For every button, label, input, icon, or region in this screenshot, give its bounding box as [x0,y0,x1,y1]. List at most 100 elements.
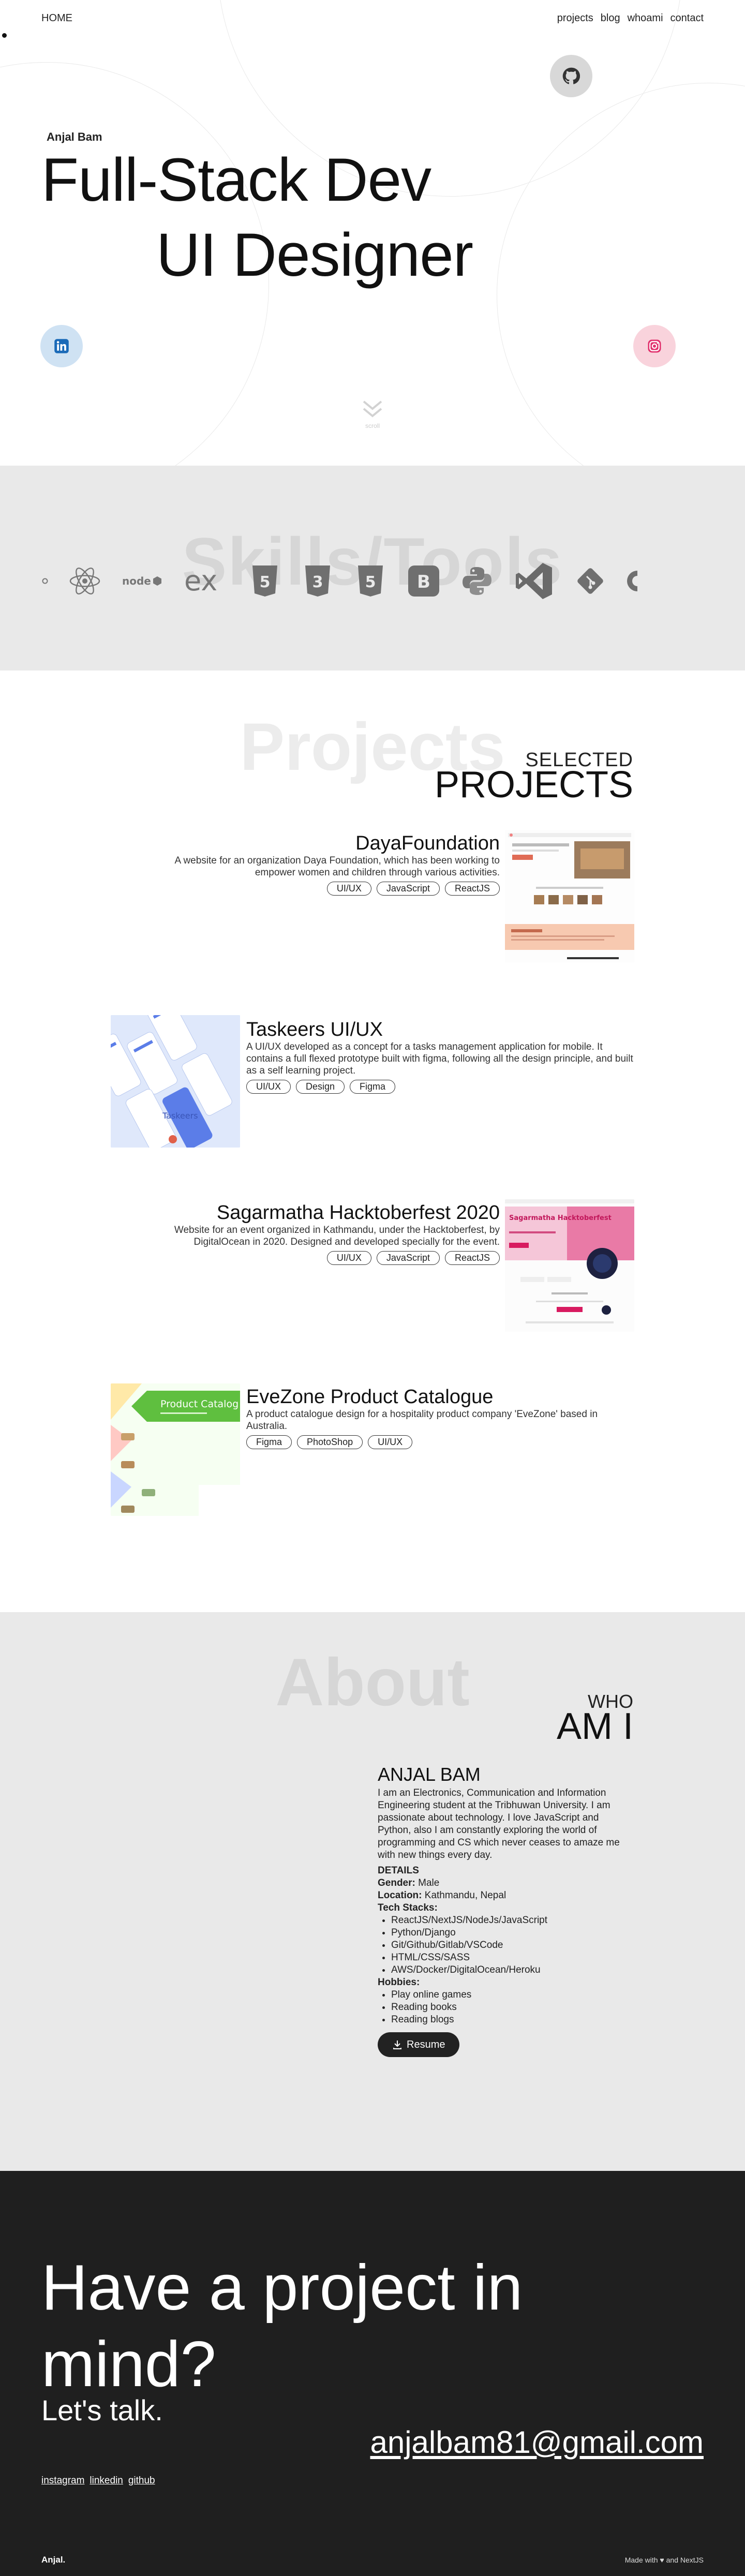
about-bio: I am an Electronics, Communication and I… [378,1788,620,1860]
list-item: AWS/Docker/DigitalOcean/Heroku [391,1964,634,1976]
project-tag: Figma [246,1435,292,1449]
projects-label-big: PROJECTS [434,764,633,806]
contact-social-links: instagram linkedin github [41,2475,155,2486]
about-watermark: About [275,1644,470,1720]
tech-stacks-list: ReactJS/NextJS/NodeJs/JavaScript Python/… [391,1914,634,1976]
project-description: A UI/UX developed as a concept for a tas… [246,1041,633,1076]
project-tags: Figma PhotoShop UI/UX [246,1435,634,1449]
projects-section: Projects SELECTED PROJECTS DayaFoundatio… [0,671,745,1612]
sagarmatha-thumb-label: Sagarmatha Hacktoberfest [509,1214,612,1222]
contact-section: Have a project in mind? Let's talk. anja… [0,2171,745,2576]
svg-text:ex: ex [184,567,217,595]
detail-gender: Gender: Male [378,1877,634,1889]
project-thumbnail-evezone[interactable]: Product Catalog [111,1383,240,1516]
project-card-taskeers[interactable]: Taskeers UI/UX A UI/UX developed as a co… [246,1018,634,1094]
project-description: A product catalogue design for a hospita… [246,1409,598,1432]
project-card-dayafoundation[interactable]: DayaFoundation A website for an organiza… [133,832,500,896]
resume-download-button[interactable]: Resume [378,2032,460,2057]
project-title: Sagarmatha Hacktoberfest 2020 [216,1202,500,1224]
project-title: DayaFoundation [355,832,500,854]
project-tag: UI/UX [246,1080,291,1094]
project-thumbnail-sagarmatha[interactable]: Sagarmatha Hacktoberfest [505,1199,634,1332]
project-tag: UI/UX [368,1435,413,1449]
scroll-down-indicator[interactable]: scroll [359,399,386,436]
mongodb-icon [41,558,49,604]
about-content: ANJAL BAM I am an Electronics, Communica… [378,1764,634,2057]
project-tags: UI/UX JavaScript ReactJS [133,882,500,896]
hero-title-line2: UI Designer [156,221,473,289]
hobbies-list: Play online games Reading books Reading … [391,1989,634,2026]
project-description: Website for an event organized in Kathma… [174,1225,500,1247]
tech-stacks-label: Tech Stacks: [378,1902,438,1913]
location-label: Location: [378,1890,422,1901]
nav-link-projects[interactable]: projects [557,12,593,24]
gender-value: Male [418,1878,440,1888]
footer-link-github[interactable]: github [128,2475,155,2486]
download-icon [393,2041,401,2049]
bootstrap-icon: B [407,558,441,604]
list-item: Reading books [391,2001,634,2014]
project-thumbnail-dayafoundation[interactable] [505,830,634,962]
nav-home-link[interactable]: HOME [41,12,72,24]
hero-name: Anjal Bam [47,130,102,143]
top-nav: HOME projects blog whoami contact [41,10,704,26]
project-tag: Design [296,1080,345,1094]
contact-heading: Have a project in mind? [41,2252,523,2400]
nav-link-blog[interactable]: blog [601,12,620,24]
nav-link-contact[interactable]: contact [671,12,704,24]
linkedin-social-button[interactable] [40,325,83,367]
scroll-hint-text: scroll [365,422,380,429]
footer-made-with: Made with ♥ and NextJS [624,2556,704,2564]
about-name: ANJAL BAM [378,1764,481,1785]
project-title: EveZone Product Catalogue [246,1386,494,1408]
list-item: Play online games [391,1989,634,2001]
hobbies-label: Hobbies: [378,1977,420,1988]
nav-link-whoami[interactable]: whoami [628,12,663,24]
github-icon [562,67,580,84]
project-tag: JavaScript [376,1251,440,1265]
list-item: Python/Django [391,1927,634,1939]
footer-link-instagram[interactable]: instagram [41,2475,84,2486]
projects-watermark: Projects [240,709,505,784]
project-title: Taskeers UI/UX [246,1019,383,1040]
project-tag: UI/UX [326,1251,371,1265]
project-description: A website for an organization Daya Found… [174,855,500,878]
hero-title-line1: Full-Stack Dev [41,146,431,214]
project-card-evezone[interactable]: EveZone Product Catalogue A product cata… [246,1386,634,1449]
cursor-dot [2,33,7,38]
nav-links: projects blog whoami contact [557,12,704,24]
contact-email-link[interactable]: anjalbam81@gmail.com [370,2424,704,2460]
footer-link-linkedin[interactable]: linkedin [90,2475,123,2486]
nodejs-icon: node [121,558,165,604]
list-item: HTML/CSS/SASS [391,1952,634,1964]
project-tags: UI/UX Design Figma [246,1080,634,1094]
svg-text:node: node [122,575,151,587]
svg-text:B: B [417,572,430,592]
project-tag: ReactJS [444,1251,500,1265]
instagram-social-button[interactable] [633,325,676,367]
contact-subheading: Let's talk. [41,2394,163,2426]
list-item: Reading blogs [391,2014,634,2026]
about-label-big: AM I [556,1706,633,1747]
detail-location: Location: Kathmandu, Nepal [378,1889,634,1902]
css3-icon: 3 [301,558,334,604]
project-tag: JavaScript [376,882,440,896]
github-social-button[interactable] [550,55,592,97]
html5-icon: 5 [248,558,281,604]
project-tags: UI/UX JavaScript ReactJS [133,1251,500,1265]
github-icon [626,558,637,604]
portfolio-page: HOME projects blog whoami contact Anjal … [0,0,745,2576]
linkedin-icon [54,339,69,353]
chevron-double-down-icon [363,400,382,418]
list-item: ReactJS/NextJS/NodeJs/JavaScript [391,1914,634,1927]
skills-section: Skills/Tools node ex 5 3 5 B [0,466,745,671]
svg-text:5: 5 [365,573,376,591]
instagram-icon [648,339,661,353]
project-tag: UI/UX [326,882,371,896]
python-icon [460,558,494,604]
html5-icon: 5 [354,558,387,604]
project-thumbnail-taskeers[interactable]: Taskeers [111,1015,240,1148]
project-card-sagarmatha[interactable]: Sagarmatha Hacktoberfest 2020 Website fo… [133,1201,500,1265]
hero-section: Anjal Bam Full-Stack Dev UI Designer scr… [0,0,745,466]
git-icon [574,558,606,604]
